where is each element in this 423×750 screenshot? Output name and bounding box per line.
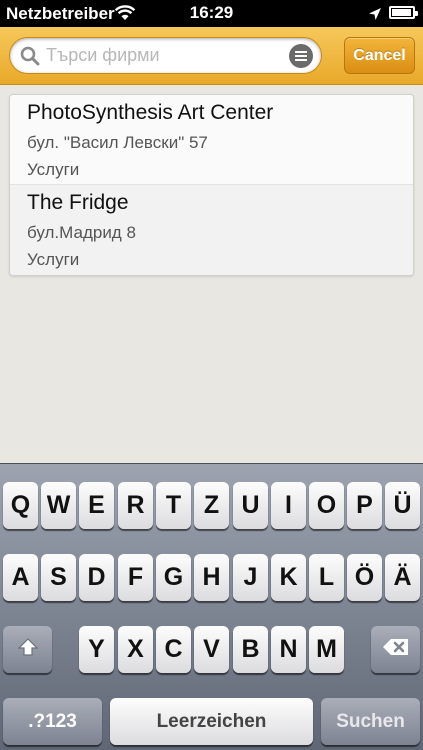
result-address: бул. "Васил Левски" 57 (27, 133, 208, 152)
shift-key[interactable] (3, 626, 52, 673)
status-time: 16:29 (189, 3, 234, 22)
key-d[interactable]: D (79, 554, 114, 601)
result-address: бул.Мадрид 8 (27, 223, 136, 242)
numbers-key[interactable]: .?123 (3, 698, 102, 745)
list-icon[interactable] (289, 44, 313, 68)
key-s[interactable]: S (41, 554, 76, 601)
result-name: PhotoSynthesis Art Center (27, 101, 274, 124)
key-y[interactable]: Y (79, 626, 114, 673)
key-l[interactable]: L (309, 554, 344, 601)
search-field[interactable] (9, 37, 322, 74)
key-a[interactable]: A (3, 554, 38, 601)
key-x[interactable]: X (118, 626, 153, 673)
key-w[interactable]: W (41, 482, 76, 529)
key-a-umlaut[interactable]: Ä (385, 554, 420, 601)
search-input[interactable] (46, 38, 286, 73)
result-category: Услуги (27, 250, 80, 269)
key-z[interactable]: Z (194, 482, 229, 529)
key-e[interactable]: E (79, 482, 114, 529)
search-icon (20, 46, 40, 66)
results-list: PhotoSynthesis Art Center бул. "Васил Ле… (9, 94, 414, 276)
key-i[interactable]: I (271, 482, 306, 529)
key-u-umlaut[interactable]: Ü (385, 482, 420, 529)
key-k[interactable]: K (271, 554, 306, 601)
location-arrow-icon (368, 6, 382, 26)
key-c[interactable]: C (156, 626, 191, 673)
key-p[interactable]: P (347, 482, 382, 529)
backspace-key[interactable] (371, 626, 420, 673)
key-f[interactable]: F (118, 554, 153, 601)
key-u[interactable]: U (233, 482, 268, 529)
key-j[interactable]: J (233, 554, 268, 601)
key-r[interactable]: R (118, 482, 153, 529)
search-key[interactable]: Suchen (321, 698, 420, 745)
space-key[interactable]: Leerzeichen (110, 698, 313, 745)
key-g[interactable]: G (156, 554, 191, 601)
shift-icon (17, 635, 39, 664)
search-header: Cancel (0, 27, 423, 85)
key-o[interactable]: O (309, 482, 344, 529)
key-o-umlaut[interactable]: Ö (347, 554, 382, 601)
cancel-button[interactable]: Cancel (344, 37, 415, 74)
keyboard: Q W E R T Z U I O P Ü A S D F G H J K L … (0, 463, 423, 750)
list-item[interactable]: PhotoSynthesis Art Center бул. "Васил Ле… (10, 95, 413, 185)
key-b[interactable]: B (233, 626, 268, 673)
list-item[interactable]: The Fridge бул.Мадрид 8 Услуги (10, 185, 413, 275)
result-category: Услуги (27, 160, 80, 179)
key-t[interactable]: T (156, 482, 191, 529)
key-v[interactable]: V (194, 626, 229, 673)
result-name: The Fridge (27, 191, 129, 214)
battery-level (392, 9, 411, 16)
backspace-icon (382, 635, 410, 664)
status-bar: Netzbetreiber 16:29 (0, 0, 423, 27)
battery-icon (389, 6, 418, 19)
key-n[interactable]: N (271, 626, 306, 673)
key-h[interactable]: H (194, 554, 229, 601)
key-q[interactable]: Q (3, 482, 38, 529)
key-m[interactable]: M (309, 626, 344, 673)
